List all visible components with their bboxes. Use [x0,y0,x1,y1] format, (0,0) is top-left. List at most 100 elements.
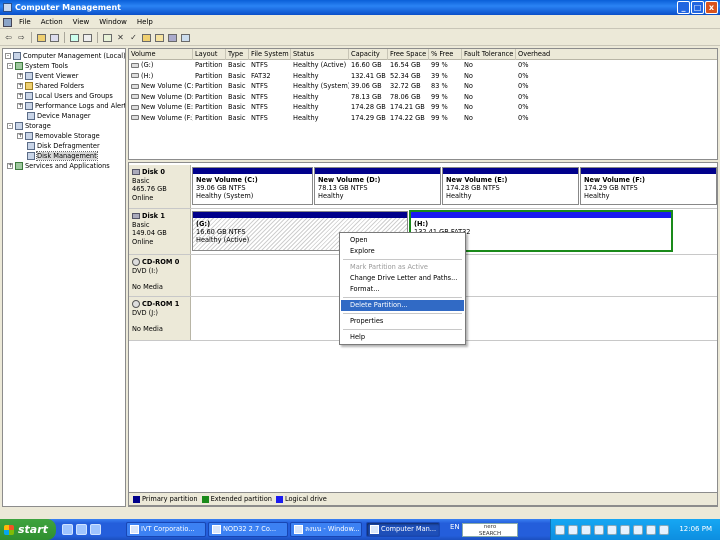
tree-node-storage[interactable]: - Storage [7,121,51,131]
minimize-button[interactable]: _ [677,1,690,14]
tray-icon[interactable] [620,524,630,535]
media-icon[interactable] [76,524,87,535]
table-row[interactable]: (G:) Partition Basic NTFS Healthy (Active) 16… [129,60,717,70]
column-header[interactable]: Layout [193,49,226,60]
expand-icon[interactable]: + [7,163,13,169]
start-button[interactable]: start [0,519,56,540]
taskbar-item-window[interactable]: ลงนน - Window... [290,522,362,537]
maximize-button[interactable]: □ [691,1,704,14]
tray-icon[interactable] [581,524,591,535]
tray-icon[interactable] [568,524,578,535]
collapse-icon[interactable]: - [7,123,13,129]
table-row[interactable]: New Volume (F:) Partition Basic NTFS Healthy… [129,113,717,123]
tray-icon[interactable] [646,524,656,535]
ie-icon[interactable] [62,524,73,535]
disk-0-info[interactable]: Disk 0 Basic 465.76 GB Online [129,165,191,208]
expand-icon[interactable]: + [17,73,23,79]
collapse-icon[interactable]: - [7,63,13,69]
close-button[interactable]: x [705,1,718,14]
column-header[interactable]: Overhead [516,49,717,60]
cdrom-0-info[interactable]: CD-ROM 0 DVD (I:) No Media [129,255,191,296]
tree-node-services[interactable]: + Services and Applications [7,161,110,171]
nero-search-box[interactable]: nero SEARCH [462,523,518,537]
menu-item-explore[interactable]: Explore [341,246,464,257]
table-cell: NTFS [251,92,268,101]
up-folder-icon[interactable] [36,32,47,43]
save-icon[interactable] [167,32,178,43]
export-icon[interactable] [102,32,113,43]
taskbar-item-nod32[interactable]: NOD32 2.7 Co... [208,522,288,537]
tray-icon[interactable] [659,524,669,535]
check-icon[interactable]: ✓ [128,32,139,43]
table-row[interactable]: New Volume (D:) Partition Basic NTFS Healthy… [129,92,717,102]
tree-node-device-manager[interactable]: Device Manager [27,111,91,121]
menu-action[interactable]: Action [36,18,68,26]
tree-node-local-users[interactable]: + Local Users and Groups [17,91,113,101]
column-header[interactable]: Status [291,49,349,60]
table-row[interactable]: New Volume (E:) Partition Basic NTFS Healthy… [129,102,717,112]
tray-icon[interactable] [607,524,617,535]
table-row[interactable]: New Volume (C:) Partition Basic NTFS Healthy… [129,81,717,91]
tree-node-event-viewer[interactable]: + Event Viewer [17,71,78,81]
column-header[interactable]: % Free [429,49,462,60]
column-header[interactable]: Type [226,49,249,60]
menu-item-open[interactable]: Open [341,235,464,246]
menu-file[interactable]: File [14,18,36,26]
taskbar-item-computer-management[interactable]: Computer Man... [366,522,440,537]
column-header[interactable]: Capacity [349,49,388,60]
column-header[interactable]: Volume [129,49,193,60]
menu-view[interactable]: View [68,18,95,26]
forward-arrow-icon[interactable]: ⇨ [16,32,27,43]
language-indicator[interactable]: EN [450,523,460,531]
open-icon[interactable] [154,32,165,43]
partition-c[interactable]: New Volume (C:) 39.06 GB NTFS Healthy (Sys… [192,167,313,205]
partition-name: New Volume (C:) [196,176,258,184]
expand-icon[interactable]: + [17,93,23,99]
tree-node-root[interactable]: - Computer Management (Local) [5,51,125,61]
tray-icon[interactable] [594,524,604,535]
properties-icon[interactable] [69,32,80,43]
tree-node-disk-management[interactable]: Disk Management [27,151,98,161]
tree-node-removable-storage[interactable]: + Removable Storage [17,131,100,141]
tree-node-shared-folders[interactable]: + Shared Folders [17,81,84,91]
taskbar-item-ivt[interactable]: IVT Corporatio... [126,522,206,537]
refresh-icon[interactable] [82,32,93,43]
menu-window[interactable]: Window [94,18,132,26]
cdrom-icon [132,300,140,309]
tray-icon[interactable] [555,524,565,535]
menu-help[interactable]: Help [132,18,158,26]
table-cell: No [464,113,473,122]
back-arrow-icon[interactable]: ⇦ [3,32,14,43]
menu-item-format[interactable]: Format... [341,284,464,295]
legend-label: Logical drive [284,495,327,503]
column-header[interactable]: File System [249,49,291,60]
partition-d[interactable]: New Volume (D:) 78.13 GB NTFS Healthy [314,167,441,205]
menu-item-delete-partition[interactable]: Delete Partition... [341,300,464,311]
help-icon[interactable] [180,32,191,43]
disk-1-info[interactable]: Disk 1 Basic 149.04 GB Online [129,209,191,254]
delete-icon[interactable]: ✕ [115,32,126,43]
menu-item-properties[interactable]: Properties [341,316,464,327]
table-row[interactable]: (H:) Partition Basic FAT32 Healthy 132.41 GB 5… [129,71,717,81]
expand-icon[interactable]: + [17,133,23,139]
menu-item-help[interactable]: Help [341,332,464,343]
tree-node-system-tools[interactable]: - System Tools [7,61,68,71]
volume-name: (H:) [141,71,154,80]
partition-f[interactable]: New Volume (F:) 174.29 GB NTFS Healthy [580,167,717,205]
tree-node-disk-defragmenter[interactable]: Disk Defragmenter [27,141,100,151]
collapse-icon[interactable]: - [5,53,11,59]
column-header[interactable]: Free Space [388,49,429,60]
app-menu-icon[interactable] [3,17,12,27]
tray-icon[interactable] [633,524,643,535]
expand-icon[interactable]: + [17,103,23,109]
cdrom-1-info[interactable]: CD-ROM 1 DVD (J:) No Media [129,297,191,340]
tree-node-performance-logs[interactable]: + Performance Logs and Alerts [17,101,125,111]
show-desktop-icon[interactable] [90,524,101,535]
show-hide-tree-icon[interactable] [49,32,60,43]
column-header[interactable]: Fault Tolerance [462,49,516,60]
clock[interactable]: 12:06 PM [679,525,712,533]
partition-e[interactable]: New Volume (E:) 174.28 GB NTFS Healthy [442,167,579,205]
expand-icon[interactable]: + [17,83,23,89]
new-icon[interactable] [141,32,152,43]
menu-item-change-drive-letter[interactable]: Change Drive Letter and Paths... [341,273,464,284]
